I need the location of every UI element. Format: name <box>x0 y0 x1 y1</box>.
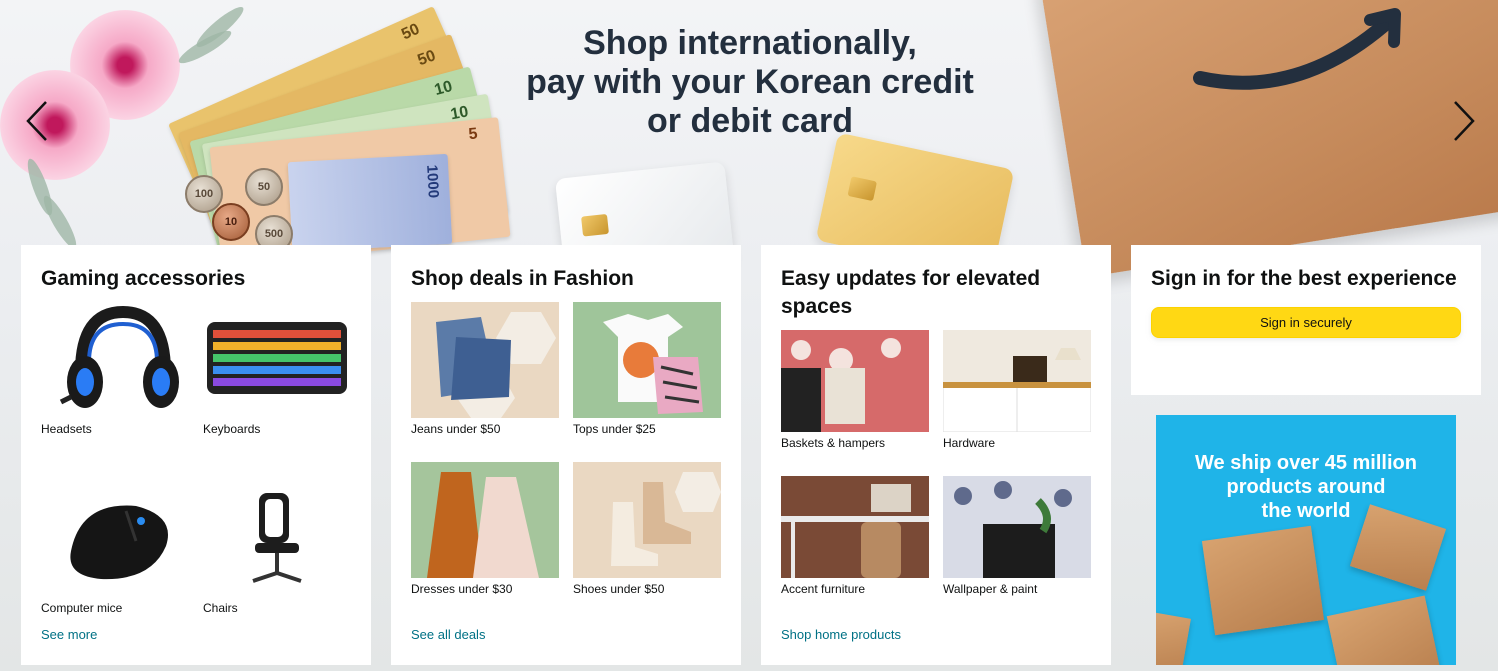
shop-home-products-link[interactable]: Shop home products <box>781 627 901 642</box>
coin: 10 <box>212 203 250 241</box>
hardware-image <box>943 330 1091 432</box>
package-box-image <box>1326 595 1442 665</box>
shoes-image <box>573 462 721 578</box>
package-box-image <box>1201 525 1325 636</box>
mouse-image <box>41 481 189 597</box>
furniture-image <box>781 476 929 578</box>
category-jeans[interactable]: Jeans under $50 <box>411 302 559 437</box>
dresses-image <box>411 462 559 578</box>
card-title: Shop deals in Fashion <box>411 267 634 290</box>
card-home-updates: Easy updates for elevated spaces Baskets… <box>761 245 1111 665</box>
ad-headline: We ship over 45 million products around … <box>1195 452 1417 522</box>
jeans-image <box>411 302 559 418</box>
signin-title: Sign in for the best experience <box>1151 267 1457 290</box>
category-baskets[interactable]: Baskets & hampers <box>781 330 929 451</box>
card-chip <box>581 213 609 237</box>
korean-money-image: 50 50 10 10 5 1000 100 50 500 10 <box>150 6 511 267</box>
card-chip <box>847 176 878 202</box>
category-tops[interactable]: Tops under $25 <box>573 302 721 437</box>
see-all-deals-link[interactable]: See all deals <box>411 627 485 642</box>
leaf-image <box>38 192 82 252</box>
category-computer-mice[interactable]: Computer mice <box>41 481 189 616</box>
signin-card: Sign in for the best experience Sign in … <box>1131 245 1481 395</box>
package-box-image <box>1156 611 1191 665</box>
category-accent-furniture[interactable]: Accent furniture <box>781 476 929 597</box>
tops-image <box>573 302 721 418</box>
card-grid: Jeans under $50 Tops under $25 Dresses u… <box>411 302 721 597</box>
wallpaper-image <box>943 476 1091 578</box>
category-dresses[interactable]: Dresses under $30 <box>411 462 559 597</box>
chair-image <box>203 481 351 597</box>
banknote: 1000 <box>287 153 453 253</box>
amazon-smile-logo <box>1193 8 1401 90</box>
category-shoes[interactable]: Shoes under $50 <box>573 462 721 597</box>
basket-image <box>781 330 929 432</box>
carousel-next-button[interactable] <box>1445 96 1485 146</box>
category-headsets[interactable]: Headsets <box>41 302 189 437</box>
card-fashion-deals: Shop deals in Fashion Jeans under $50 To… <box>391 245 741 665</box>
card-grid: Headsets Keyboards Computer mice Chairs <box>41 302 351 616</box>
category-keyboards[interactable]: Keyboards <box>203 302 351 437</box>
card-title: Gaming accessories <box>41 267 246 290</box>
see-more-link[interactable]: See more <box>41 627 97 642</box>
hero-headline: Shop internationally, pay with your Kore… <box>526 24 974 140</box>
category-chairs[interactable]: Chairs <box>203 481 351 616</box>
signin-button[interactable]: Sign in securely <box>1151 307 1461 338</box>
chevron-left-icon <box>26 101 47 141</box>
carousel-prev-button[interactable] <box>20 96 60 146</box>
category-wallpaper-paint[interactable]: Wallpaper & paint <box>943 476 1091 597</box>
category-hardware[interactable]: Hardware <box>943 330 1091 451</box>
keyboard-image <box>203 302 351 418</box>
chevron-right-icon <box>1454 101 1475 141</box>
card-grid: Baskets & hampers Hardware Accent furnit… <box>781 330 1091 597</box>
shipping-ad-banner[interactable]: We ship over 45 million products around … <box>1156 415 1456 665</box>
headset-image <box>41 302 189 418</box>
card-title: Easy updates for elevated spaces <box>781 267 1041 318</box>
coin: 50 <box>245 168 283 206</box>
card-gaming-accessories: Gaming accessories Headsets Keyboards Co… <box>21 245 371 665</box>
